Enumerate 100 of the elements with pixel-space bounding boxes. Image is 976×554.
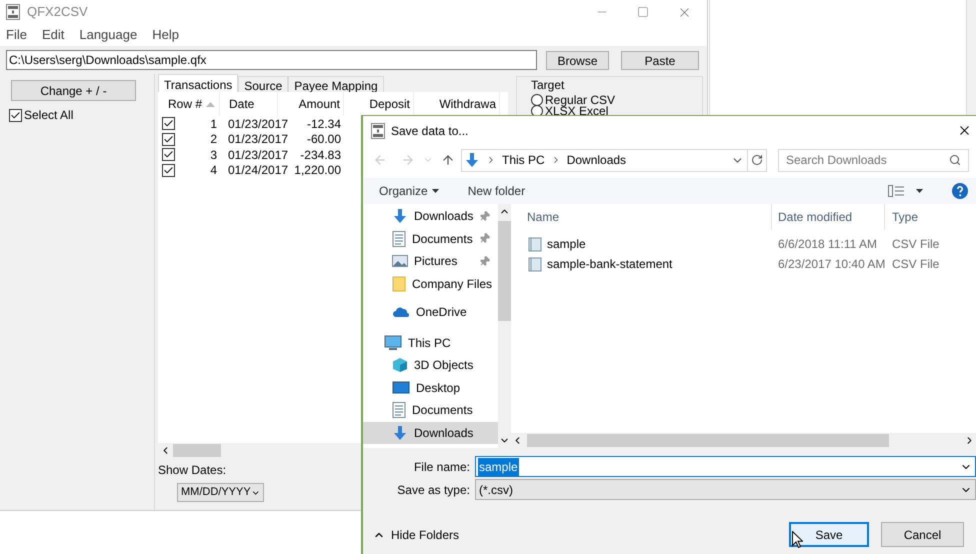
- help-icon[interactable]: [952, 183, 968, 199]
- search-field[interactable]: Search Downloads: [786, 151, 949, 169]
- dialog-title: Save data to...: [391, 122, 468, 140]
- file-type: CSV File: [891, 256, 940, 273]
- search-box[interactable]: Search Downloads: [778, 148, 969, 172]
- table-cell-text: 3: [210, 146, 218, 164]
- file-name[interactable]: sample-bank-statement: [547, 255, 672, 273]
- nav-label: Downloads: [414, 424, 474, 442]
- picture-icon: [392, 254, 408, 268]
- sort-up-icon: [206, 102, 216, 106]
- nav-item[interactable]: Documents: [363, 399, 498, 422]
- nav-item[interactable]: 3D Objects: [363, 354, 498, 376]
- scrollbar-thumb[interactable]: [527, 434, 889, 447]
- download-arrow-icon: [392, 424, 408, 441]
- nav-item[interactable]: OneDrive: [363, 301, 498, 324]
- nav-label: Desktop: [416, 380, 460, 397]
- nav-label: 3D Objects: [414, 357, 474, 374]
- row-checkbox[interactable]: [162, 117, 175, 130]
- column-header[interactable]: Name: [510, 204, 772, 230]
- mouse-pointer-icon: [792, 531, 803, 548]
- column-header[interactable]: Date: [220, 92, 278, 116]
- table-cell-text: 01/24/2017: [227, 162, 288, 180]
- download-arrow-icon: [464, 152, 480, 168]
- column-header[interactable]: Type: [885, 204, 976, 230]
- nav-label: OneDrive: [416, 304, 467, 322]
- nav-label: Documents: [412, 230, 473, 248]
- menu-item[interactable]: File: [6, 25, 27, 45]
- column-header[interactable]: Date modified: [772, 204, 885, 230]
- path-field[interactable]: C:\Users\serg\Downloads\sample.qfx: [6, 50, 537, 70]
- up-icon[interactable]: [441, 153, 455, 167]
- breadcrumb-item[interactable]: This PC: [502, 151, 545, 169]
- scrollbar-thumb[interactable]: [498, 221, 512, 321]
- radio-button[interactable]: [531, 94, 543, 106]
- menu-item[interactable]: Help: [152, 25, 179, 45]
- nav-label: Downloads: [414, 208, 474, 226]
- nav-item[interactable]: Documents: [363, 228, 498, 250]
- table-cell-text: 2: [210, 131, 218, 148]
- radio-button[interactable]: [531, 104, 543, 116]
- nav-label: Company Files: [412, 276, 492, 293]
- save-type-dropdown[interactable]: (*.csv): [475, 479, 976, 500]
- nav-item[interactable]: This PC: [363, 332, 498, 354]
- organize-button[interactable]: Organize: [379, 182, 439, 200]
- file-name-field[interactable]: sample: [475, 456, 976, 477]
- menu-item[interactable]: Edit: [42, 25, 64, 45]
- caret-icon: [432, 189, 439, 193]
- row-checkbox[interactable]: [162, 148, 175, 162]
- view-options-icon[interactable]: [888, 185, 904, 197]
- column-header[interactable]: Row #: [158, 92, 220, 116]
- download-arrow-icon: [392, 208, 408, 224]
- nav-label: This PC: [408, 334, 451, 352]
- select-all-checkbox[interactable]: [9, 108, 22, 122]
- column-header[interactable]: Amount: [278, 92, 344, 116]
- window-title: QFX2CSV: [27, 3, 88, 22]
- caret-icon[interactable]: [916, 189, 923, 193]
- address-bar[interactable]: This PC Downloads: [461, 148, 767, 172]
- table-cell-text: 01/23/2017: [227, 131, 288, 148]
- browse-button[interactable]: Browse: [546, 50, 609, 70]
- file-date: 6/23/2017 10:40 AM: [777, 256, 885, 273]
- row-checkbox[interactable]: [162, 164, 175, 177]
- tab[interactable]: Payee Mapping: [288, 76, 384, 92]
- table-cell-text: 01/23/2017: [227, 146, 288, 164]
- search-icon: [949, 154, 961, 166]
- cancel-button[interactable]: Cancel: [881, 522, 964, 547]
- app-logo-icon: [371, 122, 385, 138]
- new-folder-button[interactable]: New folder: [468, 182, 526, 200]
- table-cell-text: -60.00: [306, 131, 342, 148]
- file-name[interactable]: sample: [547, 235, 586, 253]
- nav-item[interactable]: Downloads: [363, 205, 498, 228]
- breadcrumb-item[interactable]: Downloads: [566, 151, 626, 169]
- folder-icon: [392, 276, 406, 292]
- document-icon: [392, 230, 406, 247]
- maximize-icon[interactable]: [637, 6, 649, 18]
- date-format-dropdown[interactable]: MM/DD/YYYY: [177, 483, 264, 502]
- hide-folders-button[interactable]: Hide Folders: [373, 526, 460, 544]
- change-sign-button[interactable]: Change + / -: [11, 80, 136, 101]
- table-cell-text: 01/23/2017: [227, 116, 288, 133]
- file-icon: [528, 236, 542, 252]
- cloud-icon: [392, 306, 410, 318]
- file-type: CSV File: [891, 236, 940, 253]
- nav-item[interactable]: Company Files: [363, 272, 498, 295]
- paste-button[interactable]: Paste: [621, 50, 699, 70]
- tab[interactable]: Transactions: [158, 74, 238, 92]
- nav-label: Documents: [412, 402, 473, 420]
- nav-item[interactable]: Desktop: [363, 376, 498, 399]
- nav-item[interactable]: Downloads: [363, 422, 498, 444]
- menu-item[interactable]: Language: [79, 25, 138, 45]
- select-all-label: Select All: [24, 107, 74, 124]
- table-cell-text: -12.34: [306, 116, 342, 133]
- tab[interactable]: Source: [238, 76, 288, 92]
- file-name-label: File name:: [412, 458, 471, 476]
- save-button[interactable]: Save: [789, 522, 869, 547]
- nav-item[interactable]: Pictures: [363, 250, 498, 272]
- desktop-icon: [392, 380, 410, 395]
- monitor-icon: [384, 334, 402, 351]
- row-checkbox[interactable]: [162, 132, 175, 146]
- refresh-icon[interactable]: [751, 154, 763, 166]
- scrollbar-thumb[interactable]: [173, 444, 221, 457]
- nav-label: Pictures: [414, 253, 458, 270]
- save-type-label: Save as type:: [396, 482, 471, 498]
- table-cell-text: 1: [210, 116, 218, 133]
